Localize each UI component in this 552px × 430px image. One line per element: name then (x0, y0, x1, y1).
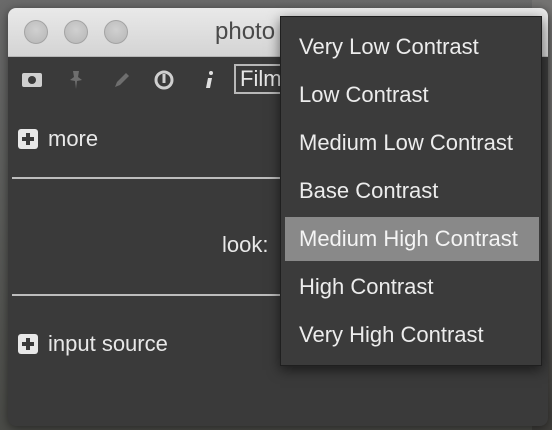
expand-plus-icon[interactable] (18, 334, 38, 354)
camera-icon[interactable] (20, 68, 44, 92)
look-label: look: (222, 232, 269, 257)
menu-item-high-contrast[interactable]: High Contrast (281, 265, 541, 309)
menu-item-base-contrast[interactable]: Base Contrast (281, 169, 541, 213)
input-source-section[interactable]: input source (18, 331, 168, 357)
menu-item-medium-high-contrast[interactable]: Medium High Contrast (285, 217, 539, 261)
menu-item-medium-low-contrast[interactable]: Medium Low Contrast (281, 121, 541, 165)
menu-item-very-low-contrast[interactable]: Very Low Contrast (281, 25, 541, 69)
menu-item-low-contrast[interactable]: Low Contrast (281, 73, 541, 117)
menu-item-very-high-contrast[interactable]: Very High Contrast (281, 313, 541, 357)
contrast-dropdown-menu: Very Low Contrast Low Contrast Medium Lo… (280, 16, 542, 366)
power-icon[interactable] (152, 68, 176, 92)
pin-icon[interactable] (64, 68, 88, 92)
more-section[interactable]: more (18, 126, 98, 152)
window-title: photo (215, 18, 276, 45)
more-label: more (48, 126, 99, 151)
expand-plus-icon[interactable] (18, 129, 38, 149)
zoom-window-button[interactable] (104, 20, 128, 44)
input-source-label: input source (48, 331, 168, 356)
close-window-button[interactable] (24, 20, 48, 44)
info-icon[interactable] (198, 68, 222, 92)
divider (12, 294, 288, 296)
minimize-window-button[interactable] (64, 20, 88, 44)
pencil-icon[interactable] (110, 68, 134, 92)
divider (12, 177, 288, 179)
